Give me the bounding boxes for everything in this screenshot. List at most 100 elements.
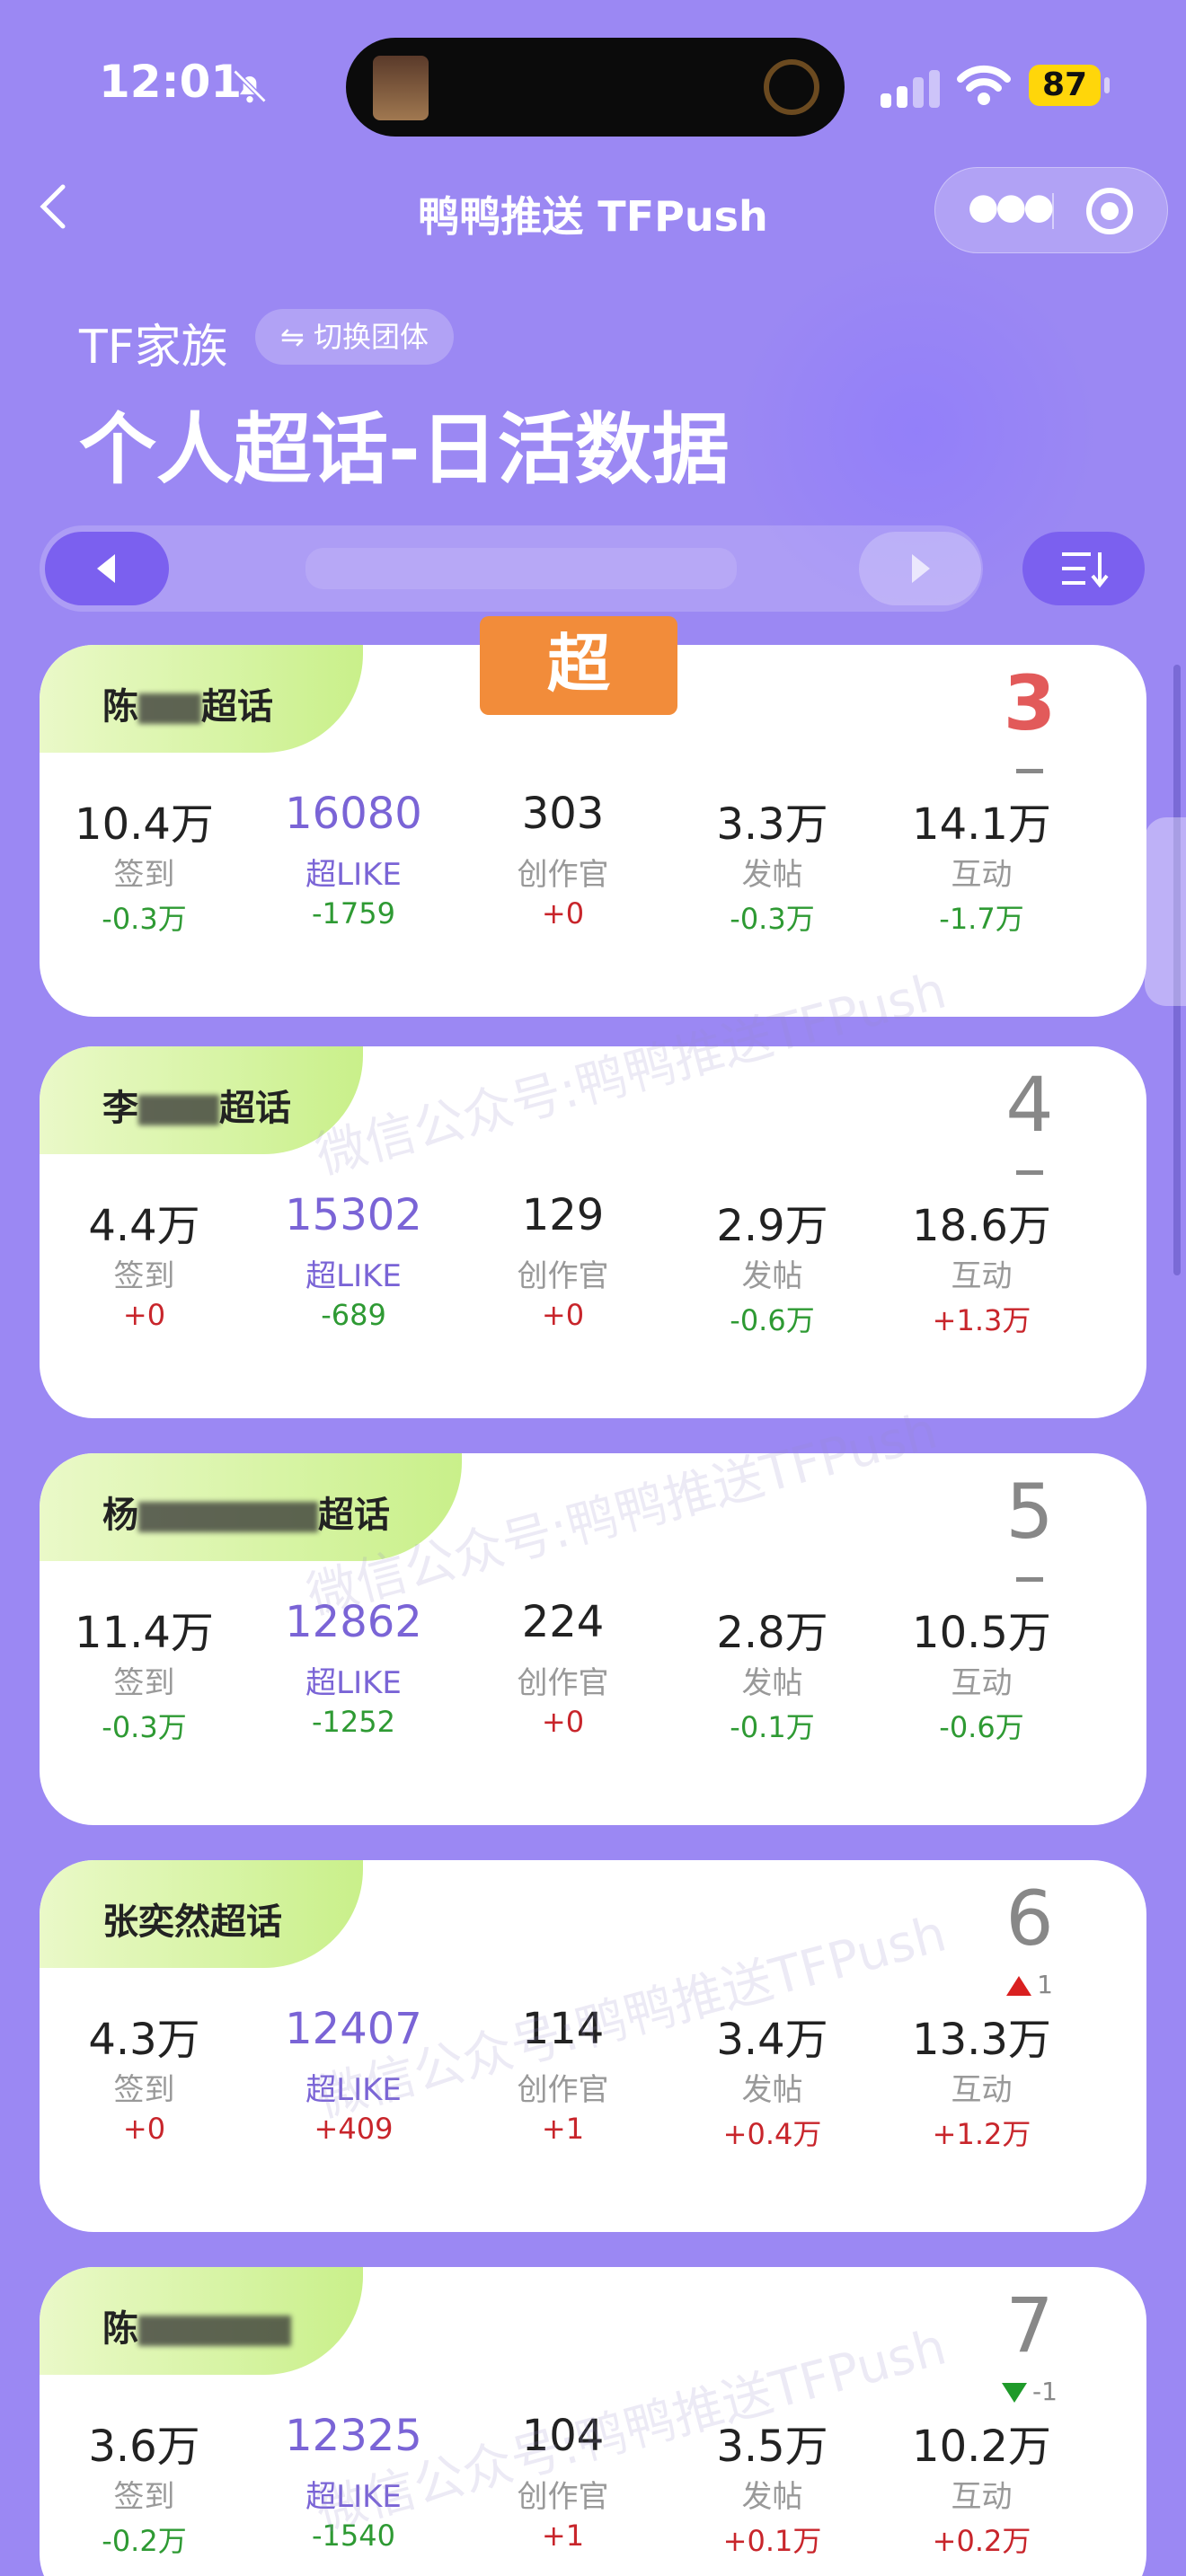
- stat-interactions: 13.3万 互动 +1.2万: [877, 2004, 1086, 2153]
- stat-value: 4.3万: [88, 2015, 200, 2065]
- side-drawer-handle[interactable]: [1145, 817, 1186, 1006]
- stat-interactions: 10.5万 互动 -0.6万: [877, 1597, 1086, 1746]
- stat-value: 10.5万: [912, 1608, 1051, 1658]
- stat-label: 超LIKE: [305, 857, 402, 893]
- next-button[interactable]: [859, 532, 981, 605]
- card-name-suffix: 超话: [201, 686, 273, 728]
- stat-label: 发帖: [741, 2072, 803, 2108]
- stat-checkin: 10.4万 签到 -0.3万: [40, 789, 249, 938]
- stat-delta: -0.3万: [730, 902, 815, 936]
- stat-label: 创作官: [517, 857, 609, 893]
- stat-delta: +0.1万: [722, 2524, 822, 2558]
- stat-interactions: 14.1万 互动 -1.7万: [877, 789, 1086, 938]
- stat-value: 15302: [285, 1190, 422, 1240]
- stat-super-like: 12407 超LIKE +409: [249, 2004, 458, 2153]
- card-name-suffix: 超话: [219, 1088, 291, 1129]
- stat-label: 互动: [951, 1258, 1013, 1294]
- stat-value: 3.4万: [716, 2015, 828, 2065]
- name-redaction: [138, 1502, 318, 1532]
- more-options-icon[interactable]: ●●●: [968, 186, 1055, 227]
- capsule-divider: [1052, 193, 1054, 229]
- stat-value: 104: [521, 2411, 605, 2461]
- stat-delta: -1.7万: [939, 902, 1024, 936]
- close-target-icon[interactable]: [1086, 188, 1133, 234]
- stat-value: 12325: [285, 2411, 422, 2461]
- stats-row: 3.6万 签到 -0.2万 12325 超LIKE -1540 104 创作官 +1 3.5…: [40, 2411, 1146, 2560]
- ranking-card[interactable]: 陈 7 -1 3.6万 签到 -0.2万 12325 超LIKE -1540 104 创作…: [40, 2267, 1146, 2576]
- status-bar: 12:01 87: [0, 0, 1186, 171]
- bell-muted-icon: [233, 69, 267, 103]
- progress-ring-icon: [764, 59, 819, 115]
- ranking-card[interactable]: 张奕然超话 6 1 4.3万 签到 +0 12407 超LIKE +409 114 创作官…: [40, 1860, 1146, 2232]
- stat-creator: 129 创作官 +0: [458, 1190, 668, 1339]
- stat-label: 超LIKE: [305, 2479, 402, 2515]
- stat-delta: +1: [541, 2112, 585, 2146]
- rank-change-value: 1: [1037, 1970, 1053, 1999]
- stat-value: 10.2万: [912, 2422, 1051, 2472]
- stat-delta: +0: [541, 1705, 585, 1739]
- selector-label-blurred: [305, 548, 737, 589]
- stat-posts: 3.5万 发帖 +0.1万: [668, 2411, 877, 2560]
- media-thumbnail: [373, 56, 429, 120]
- stat-value: 18.6万: [912, 1201, 1051, 1251]
- stat-delta: -1759: [312, 896, 395, 931]
- stat-super-like: 12325 超LIKE -1540: [249, 2411, 458, 2560]
- card-name: 陈: [102, 2299, 291, 2351]
- card-name: 杨 超话: [102, 1486, 390, 1538]
- stat-creator: 114 创作官 +1: [458, 2004, 668, 2153]
- stat-label: 签到: [113, 2072, 175, 2108]
- previous-button[interactable]: [45, 532, 169, 605]
- stat-delta: +0: [541, 1298, 585, 1332]
- card-name-suffix: 超话: [318, 1495, 390, 1536]
- stat-label: 签到: [113, 1665, 175, 1701]
- rank-number: 3: [1003, 659, 1057, 747]
- cellular-signal-icon: [881, 70, 940, 108]
- ranking-card[interactable]: 杨 超话 5 11.4万 签到 -0.3万 12862 超LIKE -1252 224 创作…: [40, 1453, 1146, 1825]
- stat-delta: +0.2万: [932, 2524, 1031, 2558]
- stat-delta: +0.4万: [722, 2117, 822, 2151]
- stat-label: 互动: [951, 2479, 1013, 2515]
- stat-delta: -1252: [312, 1705, 395, 1739]
- stat-label: 签到: [113, 857, 175, 893]
- stat-value: 10.4万: [75, 799, 214, 850]
- stat-creator: 104 创作官 +1: [458, 2411, 668, 2560]
- rank-change: [985, 754, 1075, 784]
- rank-change: 1: [985, 1970, 1075, 1999]
- stat-label: 互动: [951, 1665, 1013, 1701]
- stat-posts: 2.9万 发帖 -0.6万: [668, 1190, 877, 1339]
- rank-down-icon: [1002, 2383, 1028, 2403]
- stat-checkin: 11.4万 签到 -0.3万: [40, 1597, 249, 1746]
- stat-label: 发帖: [741, 1258, 803, 1294]
- rank-change-value: -1: [1032, 2377, 1058, 2406]
- switch-group-button[interactable]: ⇋ 切换团体: [255, 309, 454, 365]
- name-redaction: [138, 693, 201, 724]
- stat-delta: +1.2万: [932, 2117, 1031, 2151]
- rank-up-icon: [1006, 1976, 1032, 1996]
- ranking-card[interactable]: 李 超话 4 4.4万 签到 +0 15302 超LIKE -689 129 创作官 +0 2…: [40, 1046, 1146, 1418]
- stat-label: 创作官: [517, 2479, 609, 2515]
- stat-value: 12862: [285, 1597, 422, 1647]
- stat-delta: +409: [314, 2112, 394, 2146]
- card-name: 张奕然超话: [102, 1892, 282, 1945]
- no-change-dash-icon: [1016, 1576, 1043, 1582]
- rank-number: 6: [1005, 1875, 1054, 1963]
- stat-delta: -1540: [312, 2519, 395, 2553]
- sort-button[interactable]: [1022, 532, 1145, 605]
- battery-level: 87: [1029, 65, 1101, 106]
- stat-value: 224: [521, 1597, 605, 1647]
- family-name: TF家族: [79, 321, 228, 375]
- rank-number: 7: [1005, 2281, 1054, 2369]
- stat-checkin: 4.4万 签到 +0: [40, 1190, 249, 1339]
- stat-value: 11.4万: [75, 1608, 214, 1658]
- sort-list-icon: [1062, 552, 1109, 588]
- card-name: 李 超话: [102, 1079, 291, 1131]
- stat-value: 12407: [285, 2004, 422, 2054]
- name-redaction: [138, 2316, 291, 2346]
- stat-value: 13.3万: [912, 2015, 1051, 2065]
- stat-posts: 3.3万 发帖 -0.3万: [668, 789, 877, 938]
- triangle-right-icon: [912, 554, 930, 583]
- stat-label: 签到: [113, 2479, 175, 2515]
- stat-delta: -689: [321, 1298, 386, 1332]
- stat-label: 创作官: [517, 2072, 609, 2108]
- card-name-text: 杨: [102, 1495, 138, 1536]
